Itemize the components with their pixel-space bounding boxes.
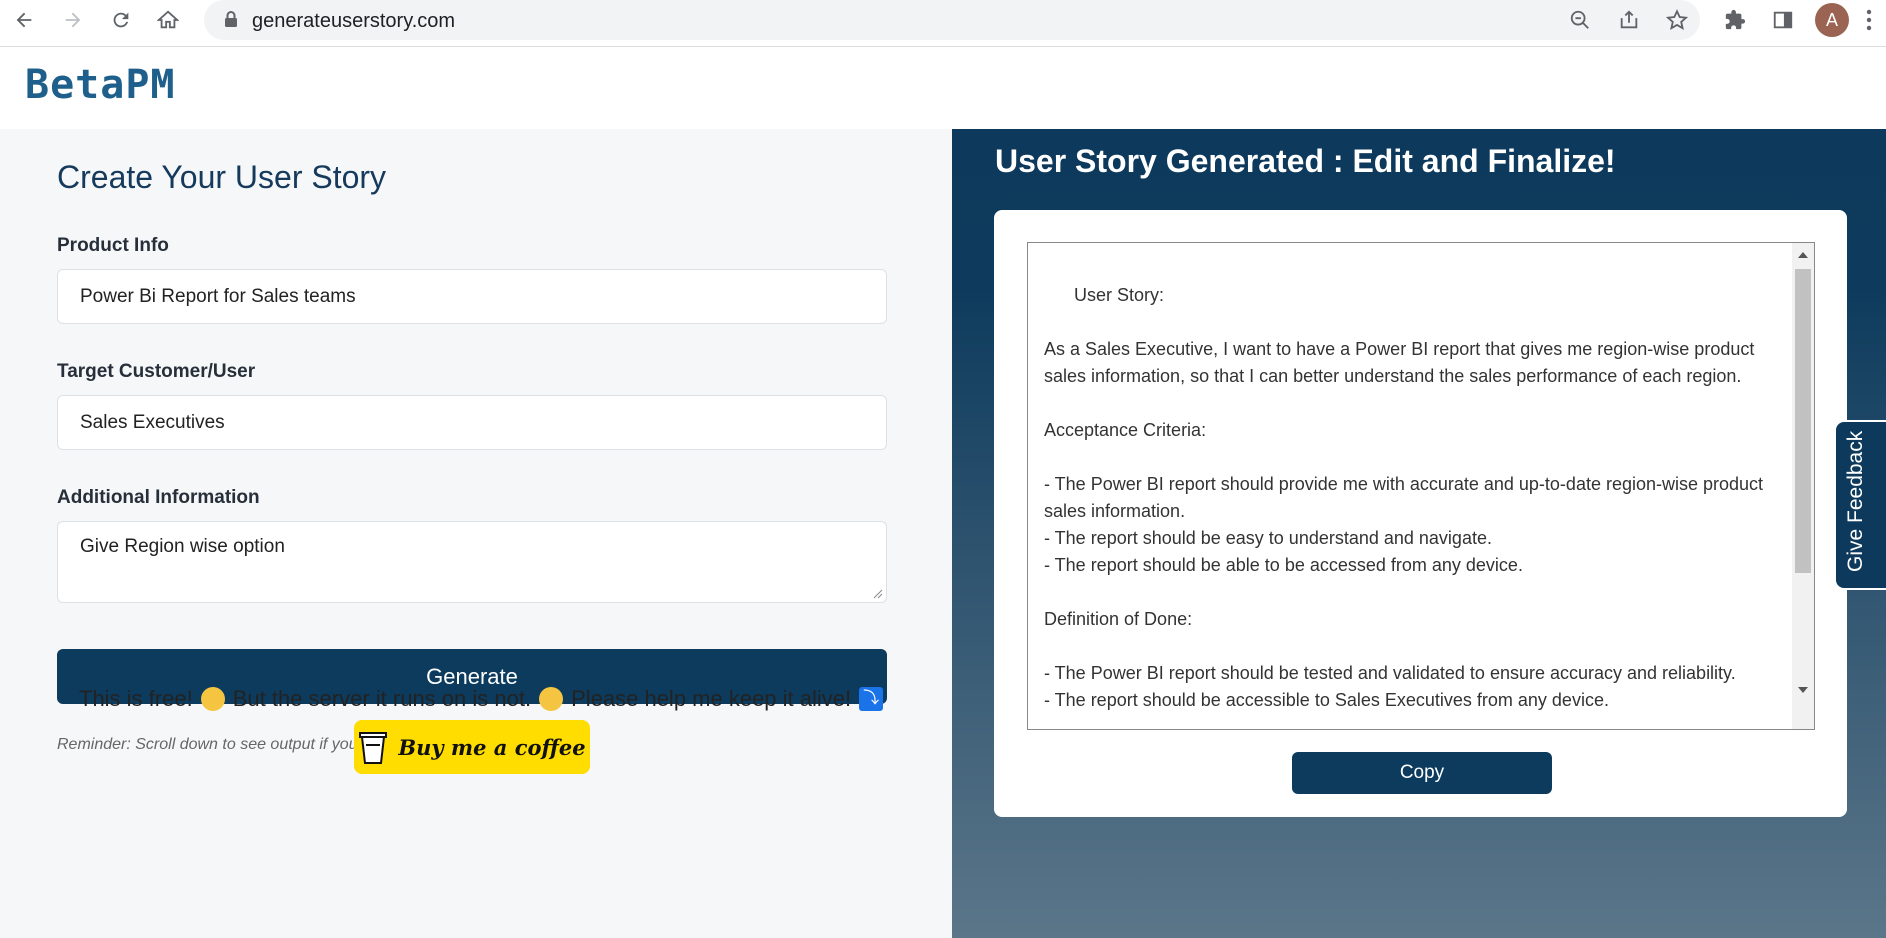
copy-button[interactable]: Copy [1292,752,1552,794]
star-icon[interactable] [1662,5,1692,35]
product-info-input[interactable]: Power Bi Report for Sales teams [57,269,887,324]
donation-message: This is free! But the server it runs on … [79,686,884,712]
forward-icon[interactable] [57,4,89,36]
site-header: BetaPM [0,48,1886,128]
output-title: User Story Generated : Edit and Finalize… [995,143,1616,179]
donation-text-1: This is free! [79,686,193,711]
additional-info-textarea[interactable]: Give Region wise option [57,521,887,603]
browser-toolbar: generateuserstory.com A [0,0,1886,47]
partying-face-icon [200,687,225,711]
product-info-label: Product Info [57,235,169,256]
menu-icon[interactable] [1858,5,1880,35]
donation-text-2: But the server it runs on is not. [232,686,532,711]
address-bar[interactable]: generateuserstory.com [204,0,1700,40]
extensions-icon[interactable] [1720,5,1750,35]
down-arrow-icon: ⤵ [859,687,884,711]
story-scrollbar[interactable] [1792,243,1814,729]
buy-me-a-coffee-button[interactable]: Buy me a coffee [354,720,590,774]
additional-info-label: Additional Information [57,487,260,508]
additional-info-text: Give Region wise option [80,536,285,557]
donation-text-3: Please help me keep it alive! [571,686,852,711]
grimacing-face-icon [539,687,564,711]
coffee-cup-icon [359,732,388,764]
profile-avatar[interactable]: A [1815,3,1849,37]
output-panel: User Story Generated : Edit and Finalize… [952,129,1886,938]
site-logo[interactable]: BetaPM [25,62,176,108]
resize-grip-icon[interactable] [873,589,883,599]
share-icon[interactable] [1614,5,1644,35]
scroll-up-icon[interactable] [1798,252,1808,258]
back-icon[interactable] [8,4,40,36]
create-story-panel: Create Your User Story Product Info Powe… [0,129,952,938]
scroll-down-icon[interactable] [1798,687,1808,693]
coffee-label: Buy me a coffee [398,734,586,760]
target-customer-input[interactable]: Sales Executives [57,395,887,450]
page-title: Create Your User Story [57,159,387,195]
home-icon[interactable] [152,4,184,36]
url-text: generateuserstory.com [252,10,456,32]
zoom-icon[interactable] [1565,5,1595,35]
reload-icon[interactable] [105,4,137,36]
side-panel-icon[interactable] [1768,5,1798,35]
scroll-thumb[interactable] [1795,269,1811,573]
output-card: User Story: As a Sales Executive, I want… [994,210,1847,817]
lock-icon [224,10,238,33]
target-customer-label: Target Customer/User [57,361,256,382]
user-story-textarea[interactable]: User Story: As a Sales Executive, I want… [1027,242,1815,730]
user-story-text: User Story: As a Sales Executive, I want… [1044,285,1764,710]
feedback-label: Give Feedback [1844,430,1867,572]
feedback-tab[interactable]: Give Feedback [1834,420,1886,590]
